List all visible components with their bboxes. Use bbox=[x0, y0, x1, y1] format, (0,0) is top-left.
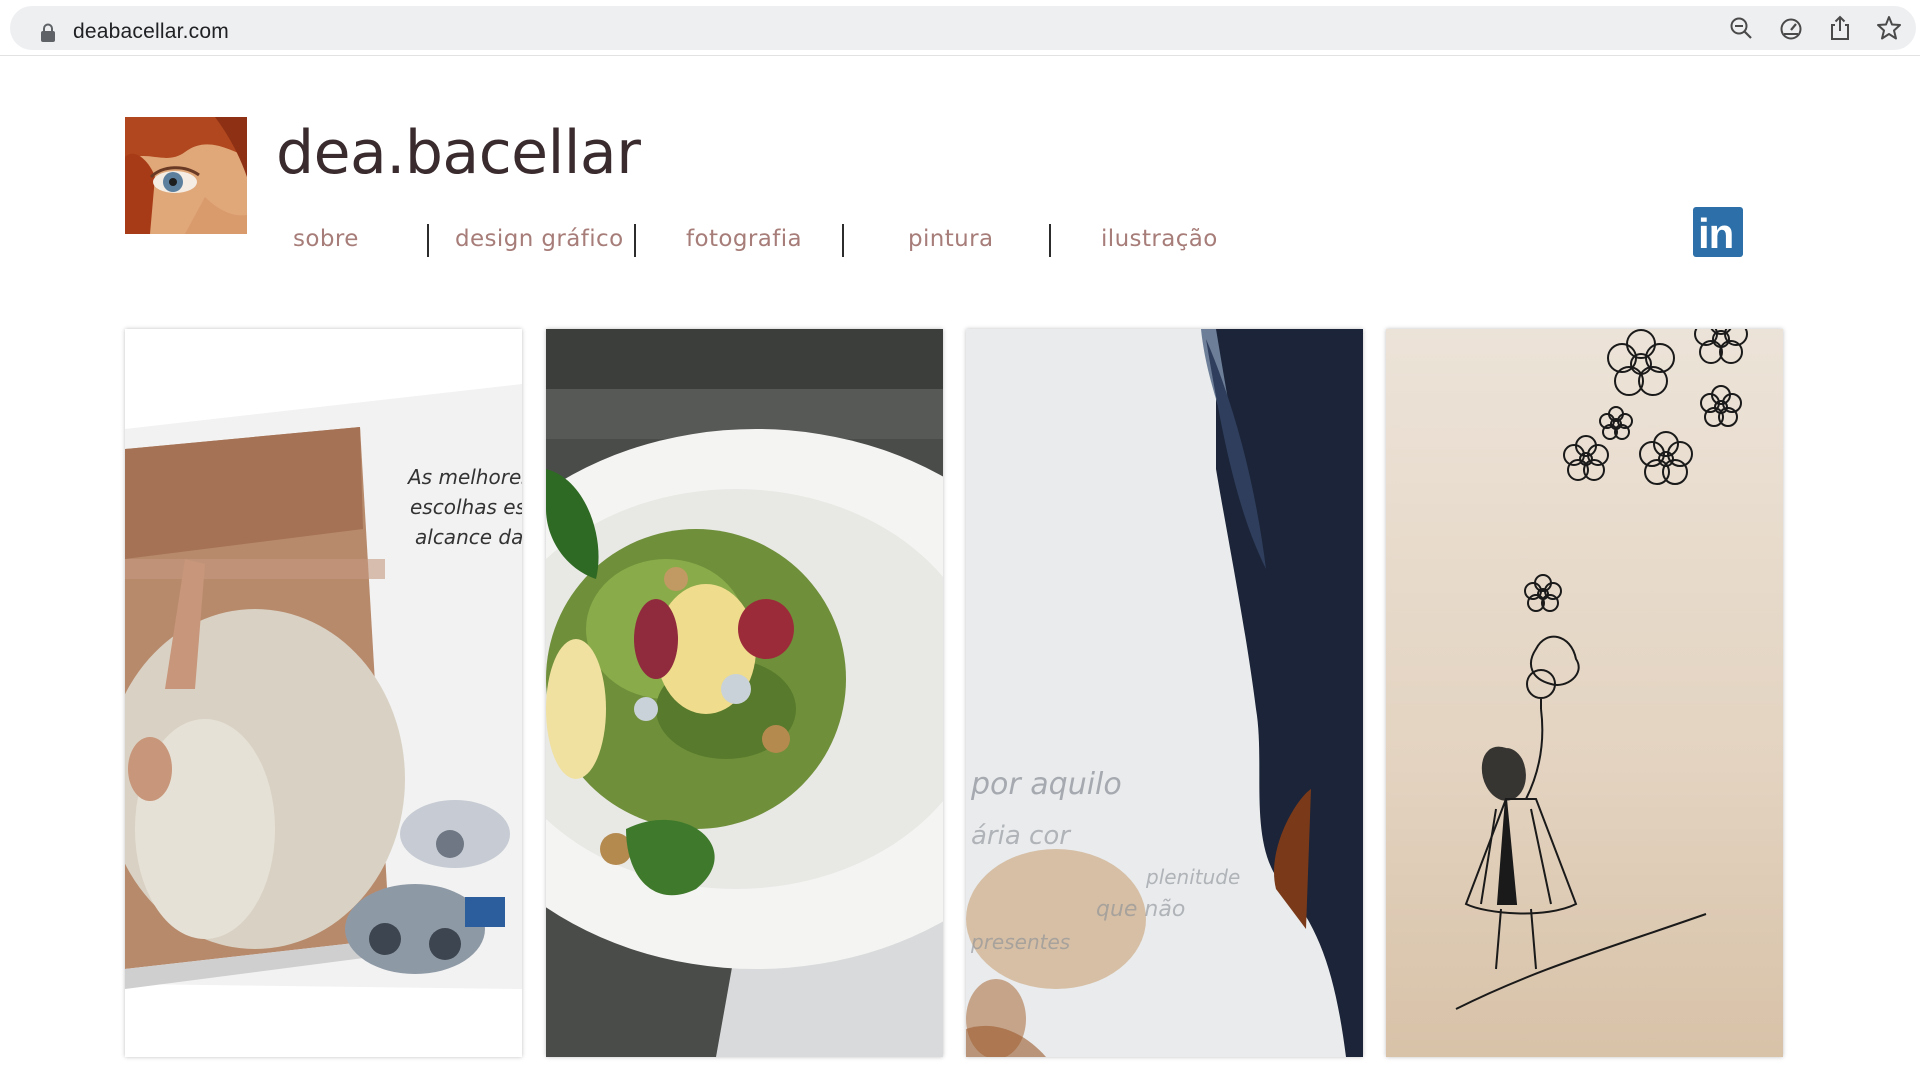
main-nav: sobre design gráfico fotografia pintura … bbox=[0, 222, 1920, 258]
gallery-item-pintura[interactable]: por aquilo ária cor plenitude que não pr… bbox=[966, 329, 1363, 1057]
painting-text-3: plenitude bbox=[1145, 865, 1240, 889]
gallery-item-ilustracao[interactable] bbox=[1386, 329, 1783, 1057]
linkedin-label: in bbox=[1698, 210, 1734, 257]
bookmark-star-icon[interactable] bbox=[1876, 15, 1902, 41]
nav-item-sobre[interactable]: sobre bbox=[293, 226, 359, 252]
painting-artwork: por aquilo ária cor plenitude que não pr… bbox=[966, 329, 1363, 1057]
nav-item-fotografia[interactable]: fotografia bbox=[686, 226, 802, 252]
ad-headline-2: escolhas es bbox=[410, 495, 522, 519]
linkedin-icon[interactable]: in bbox=[1693, 207, 1743, 257]
nav-item-ilustracao[interactable]: ilustração bbox=[1101, 226, 1218, 252]
painting-text-1: por aquilo bbox=[970, 767, 1122, 802]
performance-icon[interactable] bbox=[1778, 15, 1804, 41]
painting-text-4: que não bbox=[1096, 897, 1185, 922]
painting-text-2: ária cor bbox=[971, 821, 1072, 851]
address-bar[interactable]: deabacellar.com bbox=[10, 6, 1916, 50]
nav-separator bbox=[634, 224, 636, 257]
nav-item-pintura[interactable]: pintura bbox=[908, 226, 994, 252]
nav-separator bbox=[1049, 224, 1051, 257]
nav-separator bbox=[842, 224, 844, 257]
url-text[interactable]: deabacellar.com bbox=[73, 20, 229, 44]
gallery-item-fotografia[interactable] bbox=[546, 329, 943, 1057]
share-icon[interactable] bbox=[1827, 15, 1853, 41]
site-title[interactable]: dea.bacellar bbox=[276, 118, 641, 188]
browser-toolbar: deabacellar.com bbox=[0, 0, 1920, 56]
painting-text-5: presentes bbox=[970, 930, 1070, 954]
illustration-artwork bbox=[1386, 329, 1783, 1057]
profile-avatar bbox=[125, 117, 247, 234]
ad-headline-1: As melhores bbox=[406, 465, 522, 489]
salad-photo bbox=[546, 329, 943, 1057]
nav-separator bbox=[427, 224, 429, 257]
lock-icon bbox=[41, 23, 55, 42]
ad-headline-3: alcance da bbox=[415, 525, 522, 549]
ad-artwork: As melhores escolhas es alcance da bbox=[125, 329, 522, 1057]
nav-item-design-grafico[interactable]: design gráfico bbox=[455, 226, 624, 252]
gallery-item-design-grafico[interactable]: As melhores escolhas es alcance da bbox=[125, 329, 522, 1057]
zoom-out-icon[interactable] bbox=[1728, 15, 1754, 41]
